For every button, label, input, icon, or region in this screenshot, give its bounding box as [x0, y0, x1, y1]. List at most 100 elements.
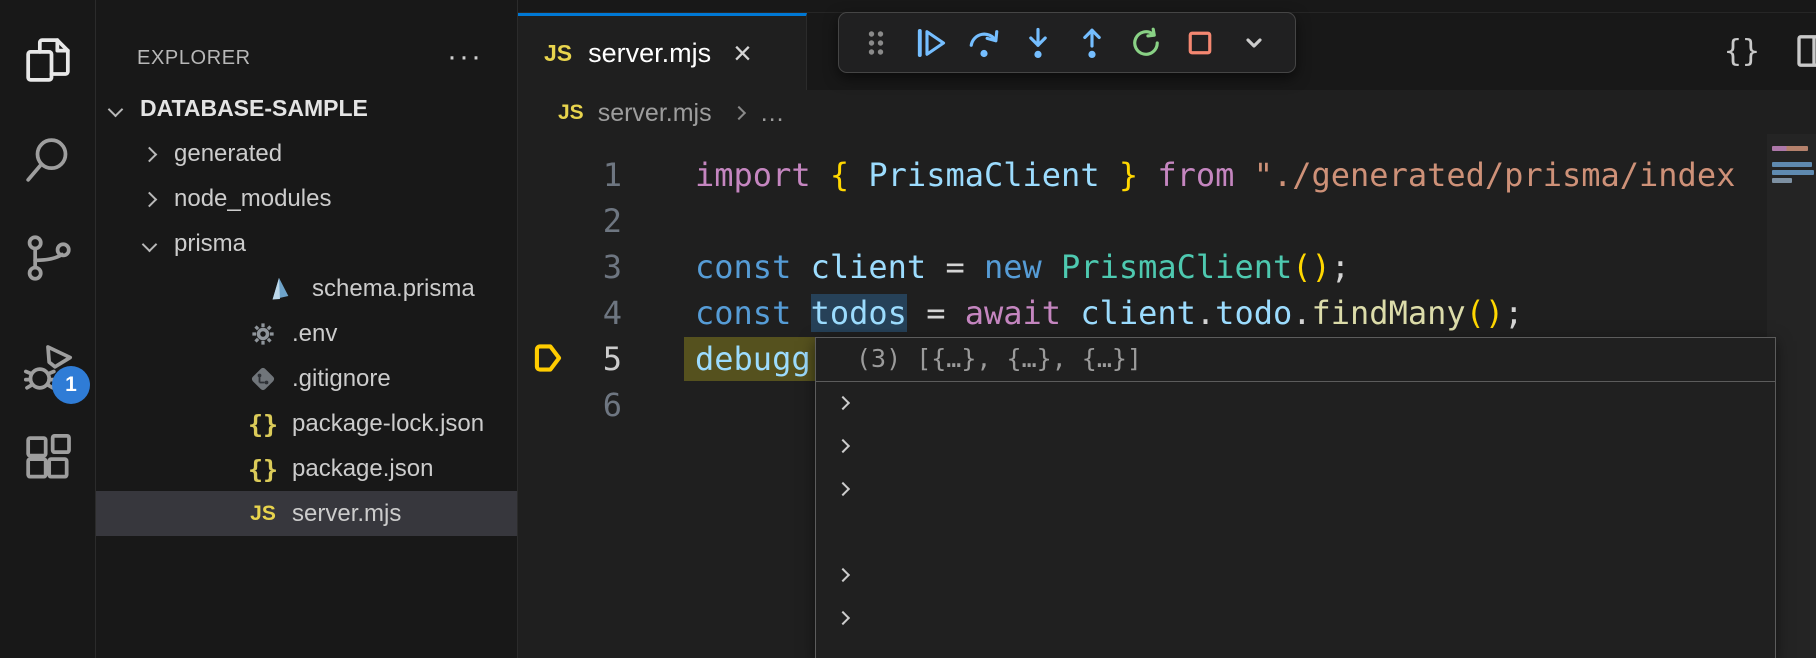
code-token: ;: [1504, 294, 1523, 332]
tree-item-prisma[interactable]: prisma: [96, 221, 517, 266]
tree-item-generated[interactable]: generated: [96, 131, 517, 176]
minimap-line: [1772, 162, 1812, 167]
activitybar-search[interactable]: [0, 126, 96, 198]
tree-root-database-sample[interactable]: DATABASE-SAMPLE: [96, 86, 517, 131]
chevron-down-icon: [108, 102, 124, 118]
code-token: =: [926, 248, 984, 286]
tree-item-schema-prisma[interactable]: schema.prisma: [96, 266, 517, 311]
chevron-right-icon: [836, 611, 850, 625]
file-label: server.mjs: [292, 500, 401, 528]
debug-value-hover: (3) [{…}, {…}, {…}] 0 = {id: 1, name: '大…: [815, 337, 1776, 658]
debug-step-over-button[interactable]: [957, 19, 1011, 67]
hover-row-prototype-object[interactable]: [[Prototype]] = Object: [816, 597, 1775, 640]
tree-item-node-modules[interactable]: node_modules: [96, 176, 517, 221]
debug-step-out-button[interactable]: [1065, 19, 1119, 67]
activitybar-explorer[interactable]: [0, 26, 96, 98]
files-icon: [20, 32, 76, 93]
breadcrumb[interactable]: JS server.mjs …: [518, 92, 1758, 134]
debug-continue-button[interactable]: [903, 19, 957, 67]
split-editor-icon[interactable]: [1794, 31, 1816, 71]
folder-label: generated: [174, 140, 282, 168]
code-token: (): [1466, 294, 1505, 332]
close-icon[interactable]: ×: [733, 37, 752, 69]
code-token: .: [1196, 294, 1215, 332]
code-token: ;: [1331, 248, 1350, 286]
hover-row-prototype-array[interactable]: [[Prototype]] = Array(0): [816, 554, 1775, 597]
tree-item-package-lock[interactable]: {} package-lock.json: [96, 401, 517, 446]
code-token-highlighted-word: todos: [811, 294, 907, 332]
more-actions-icon[interactable]: ···: [443, 40, 487, 76]
activitybar-extensions[interactable]: [0, 424, 96, 496]
explorer-title: EXPLORER: [137, 47, 251, 70]
code-line-3[interactable]: const client = new PrismaClient();: [695, 244, 1767, 290]
tree-item-server-mjs[interactable]: JS server.mjs: [96, 491, 517, 536]
file-label: schema.prisma: [312, 275, 475, 303]
code-token: client: [1080, 294, 1196, 332]
debug-badge: 1: [52, 366, 90, 404]
code-token: todo: [1215, 294, 1292, 332]
activitybar-run-debug[interactable]: 1: [0, 334, 96, 406]
folder-label: node_modules: [174, 185, 331, 213]
json-icon: {}: [246, 452, 280, 486]
code-line-1[interactable]: import { PrismaClient } from "./generate…: [695, 152, 1767, 198]
tree-item-package-json[interactable]: {} package.json: [96, 446, 517, 491]
extensions-icon: [20, 430, 76, 491]
tab-server-mjs[interactable]: JS server.mjs ×: [518, 13, 807, 90]
vscode-window: 1 EXPLORER ··· DATABASE-SAMPLE generated: [0, 0, 1816, 658]
drag-grip-icon[interactable]: [849, 19, 903, 67]
chevron-right-icon: [732, 106, 746, 120]
chevron-right-icon: [142, 192, 158, 208]
hover-row-1[interactable]: 1 = {id: 2, name: '勉強する'}: [816, 425, 1775, 468]
minimap-line: [1772, 146, 1808, 151]
breadcrumb-file[interactable]: server.mjs: [598, 99, 712, 128]
hover-row-length[interactable]: length = 3: [816, 511, 1775, 554]
file-label: package.json: [292, 455, 433, 483]
file-tree: DATABASE-SAMPLE generated node_modules p…: [96, 86, 517, 536]
debug-restart-button[interactable]: [1119, 19, 1173, 67]
search-icon: [20, 132, 76, 193]
debug-toolbar: [838, 12, 1296, 73]
line-number: 2: [518, 198, 622, 244]
breadcrumb-symbol-ellipsis[interactable]: …: [760, 99, 785, 128]
code-token: const: [695, 248, 811, 286]
line-number: 4: [518, 290, 622, 336]
code-token: (): [1292, 248, 1331, 286]
chevron-right-icon: [836, 396, 850, 410]
debug-current-frame-icon[interactable]: [529, 339, 567, 377]
code-token: }: [1100, 156, 1158, 194]
braces-action-icon[interactable]: {}: [1724, 34, 1760, 69]
code-token: .: [1292, 294, 1311, 332]
chevron-right-icon: [142, 147, 158, 163]
minimap-line: [1772, 170, 1814, 175]
editor-actions: {}: [1724, 28, 1816, 74]
git-icon: [246, 362, 280, 396]
folder-label: prisma: [174, 230, 246, 258]
tree-item-gitignore[interactable]: .gitignore: [96, 356, 517, 401]
chevron-right-icon: [836, 482, 850, 496]
hover-row-2[interactable]: 2 = {id: 3, name: '寝る'}: [816, 468, 1775, 511]
code-token: findMany: [1312, 294, 1466, 332]
chevron-down-icon[interactable]: [1227, 19, 1281, 67]
explorer-header: EXPLORER ···: [96, 36, 517, 80]
debug-stop-button[interactable]: [1173, 19, 1227, 67]
code-token: PrismaClient: [1061, 248, 1292, 286]
json-icon: {}: [246, 407, 280, 441]
line-number: 6: [518, 382, 622, 428]
explorer-sidebar: EXPLORER ··· DATABASE-SAMPLE generated n…: [96, 0, 518, 658]
js-icon: JS: [558, 101, 584, 125]
activitybar-source-control[interactable]: [0, 224, 96, 296]
code-token: {: [811, 156, 869, 194]
code-token: const: [695, 294, 811, 332]
prisma-icon: [262, 272, 296, 306]
debug-step-into-button[interactable]: [1011, 19, 1065, 67]
code-token: "./generated/prisma/index: [1234, 156, 1735, 194]
code-token: debugg: [695, 340, 811, 378]
code-line-4[interactable]: const todos = await client.todo.findMany…: [695, 290, 1767, 336]
tree-item-env[interactable]: .env: [96, 311, 517, 356]
code-token: =: [907, 294, 965, 332]
gear-icon: [246, 317, 280, 351]
hover-row-0[interactable]: 0 = {id: 1, name: '大学へ行く'}: [816, 382, 1775, 425]
activity-bar: 1: [0, 0, 96, 658]
chevron-down-icon: [142, 237, 158, 253]
chevron-right-icon: [836, 439, 850, 453]
